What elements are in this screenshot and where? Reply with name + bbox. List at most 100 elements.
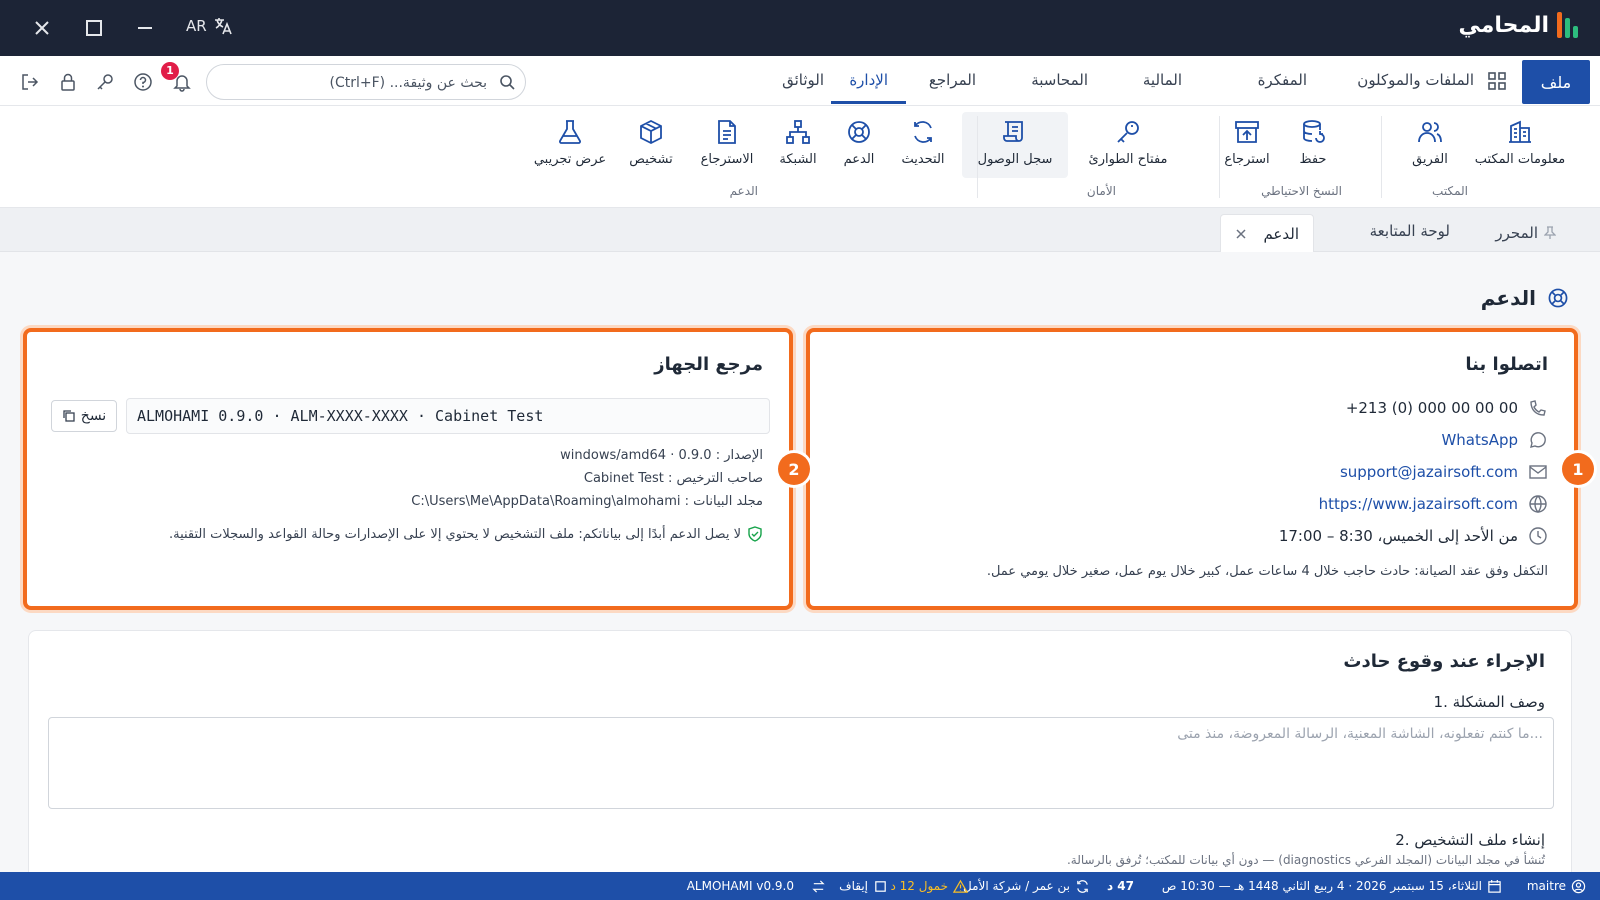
close-window-button[interactable] [28,14,56,42]
ribbon-emergency-key-button[interactable]: مفتاح الطوارئ [1080,112,1176,178]
version-label: الإصدار : [715,448,763,463]
sync-icon [1077,879,1088,893]
ribbon-save-backup-button[interactable]: حفظ [1288,112,1338,178]
ribbon-support-button[interactable]: الدعم [834,112,884,178]
version-value: 0.9.0 · windows/amd64 [560,448,712,463]
ribbon-update-button[interactable]: التحديث [892,112,954,178]
ribbon-group-support-label: الدعم [729,184,758,198]
tab-dashboard[interactable]: لوحة المتابعة [1356,214,1464,252]
menu-tab-administration[interactable]: الإدارة [831,56,906,104]
contact-whatsapp-row: WhatsApp [1441,430,1548,450]
privacy-note-row: لا يصل الدعم أبدًا إلى بياناتكم: ملف الت… [169,526,763,542]
email-link[interactable]: support@jazairsoft.com [1340,463,1518,481]
contact-phone[interactable]: +213 (0) 000 00 00 00 [1346,399,1518,417]
ribbon-button-label: مفتاح الطوارئ [1088,152,1168,167]
app-name: المحامي [1458,12,1549,38]
copy-label: نسخ [80,408,107,424]
shield-check-icon [748,526,762,542]
menu-tab-agenda[interactable]: المفكرة [1258,56,1307,104]
step2-label: 2. إنشاء ملف التشخيص [1395,831,1545,849]
whatsapp-link[interactable]: WhatsApp [1441,431,1518,449]
ribbon-diagnostics-button[interactable]: تشخيص [624,112,678,178]
archive-restore-icon [1235,121,1259,143]
ribbon-button-label: الشبكة [779,152,817,167]
help-icon [134,73,152,91]
menu-tab-finance[interactable]: المالية [1143,56,1182,104]
status-user-name: maitre [1526,879,1566,893]
ribbon-team-button[interactable]: الفريق [1400,112,1460,178]
logout-button[interactable] [20,72,40,92]
calendar-icon [1488,879,1501,893]
close-tab-icon[interactable] [1235,228,1247,240]
minimize-icon [138,27,152,29]
ribbon-restore-button[interactable]: استرجاع [1220,112,1274,178]
search-input[interactable] [217,71,487,95]
status-version-text: ALMOHAMI v0.9.0 [686,879,794,893]
search-box[interactable] [206,64,526,100]
menu-tab-references[interactable]: المراجع [929,56,976,104]
stop-button[interactable]: إيقاف [839,872,888,900]
device-title: مرجع الجهاز [654,354,763,375]
lifebuoy-icon [848,121,870,143]
close-icon [35,21,49,35]
lock-button[interactable] [58,72,78,92]
problem-description-textarea[interactable] [48,717,1554,809]
tab-support-label: الدعم [1263,224,1299,243]
language-switcher[interactable]: AR [186,16,233,36]
support-page: الدعم اتصلوا بنا +213 (0) 000 00 00 00 W… [0,252,1600,872]
contact-phone-row: +213 (0) 000 00 00 00 [1346,398,1548,418]
key-icon [97,74,113,90]
notification-count-badge: 1 [161,62,179,80]
minimize-window-button[interactable] [131,14,159,42]
key-button[interactable] [95,72,115,92]
copy-button[interactable]: نسخ [51,400,117,432]
step2-note: تُنشأ في مجلد البيانات (المجلد الفرعي di… [1066,853,1545,867]
menu-bar: ملف الملفات والموكلون المفكرة المالية ال… [0,56,1600,106]
incident-procedure-card: الإجراء عند وقوع حادث 1. وصف المشكلة 2. … [28,630,1572,872]
stop-icon [875,880,886,892]
status-date: الثلاثاء، 15 سبتمبر 2026 · 4 ربيع الثاني… [1162,872,1502,900]
step1-label: 1. وصف المشكلة [1433,693,1545,711]
datadir-row: مجلد البيانات : C:\Users\Me\AppData\Roam… [411,494,763,509]
datadir-value: C:\Users\Me\AppData\Roaming\almohami [411,494,681,509]
pin-icon [1544,226,1556,239]
apps-grid-icon[interactable] [1488,72,1506,94]
contact-hours: من الأحد إلى الخميس، 8:30 – 17:00 [1278,527,1518,545]
ribbon-demo-button[interactable]: عرض تجريبي [532,112,608,178]
menu-tab-documents[interactable]: الوثائق [782,56,824,104]
licensee-value: Cabinet Test [583,471,664,486]
tab-support[interactable]: الدعم [1220,214,1314,252]
logo-mark-icon [1557,12,1578,38]
tab-editor[interactable]: المحرر [1481,214,1570,252]
file-menu-button[interactable]: ملف [1522,60,1590,104]
status-user[interactable]: maitre [1527,872,1586,900]
menu-tab-files-clients[interactable]: الملفات والموكلون [1357,56,1474,104]
search-icon [500,75,515,90]
help-button[interactable] [133,72,153,92]
ribbon-button-label: معلومات المكتب [1474,152,1566,167]
status-client[interactable]: بن عمر / شركة الأمل [963,872,1090,900]
status-refresh[interactable] [811,872,826,900]
translate-icon [214,18,232,35]
copy-icon [63,410,75,422]
ribbon-button-label: استرجاع [1224,152,1270,167]
maximize-window-button[interactable] [80,14,108,42]
ribbon-office-info-button[interactable]: معلومات المكتب [1468,112,1572,178]
status-version: ALMOHAMI v0.9.0 [687,872,794,900]
warning-icon [953,879,968,893]
ribbon-button-label: الدعم [843,152,875,167]
status-timer: 47 د [1107,872,1134,900]
menu-tab-accounting[interactable]: المحاسبة [1031,56,1088,104]
ribbon-network-button[interactable]: الشبكة [772,112,824,178]
contact-card: اتصلوا بنا +213 (0) 000 00 00 00 WhatsAp… [806,328,1578,610]
website-link[interactable]: https://www.jazairsoft.com [1319,495,1518,513]
ribbon-separator [1219,116,1220,198]
ribbon-recovery-button[interactable]: الاسترجاع [692,112,762,178]
lock-icon [61,73,75,91]
device-reference-field[interactable]: ALMOHAMI 0.9.0 · ALM-XXXX-XXXX · Cabinet… [126,398,770,434]
phone-icon [1528,398,1548,418]
page-title: الدعم [1481,286,1570,310]
ribbon-button-label: التحديث [901,152,945,167]
status-date-text: الثلاثاء، 15 سبتمبر 2026 · 4 ربيع الثاني… [1161,879,1482,893]
logout-icon [22,74,39,90]
